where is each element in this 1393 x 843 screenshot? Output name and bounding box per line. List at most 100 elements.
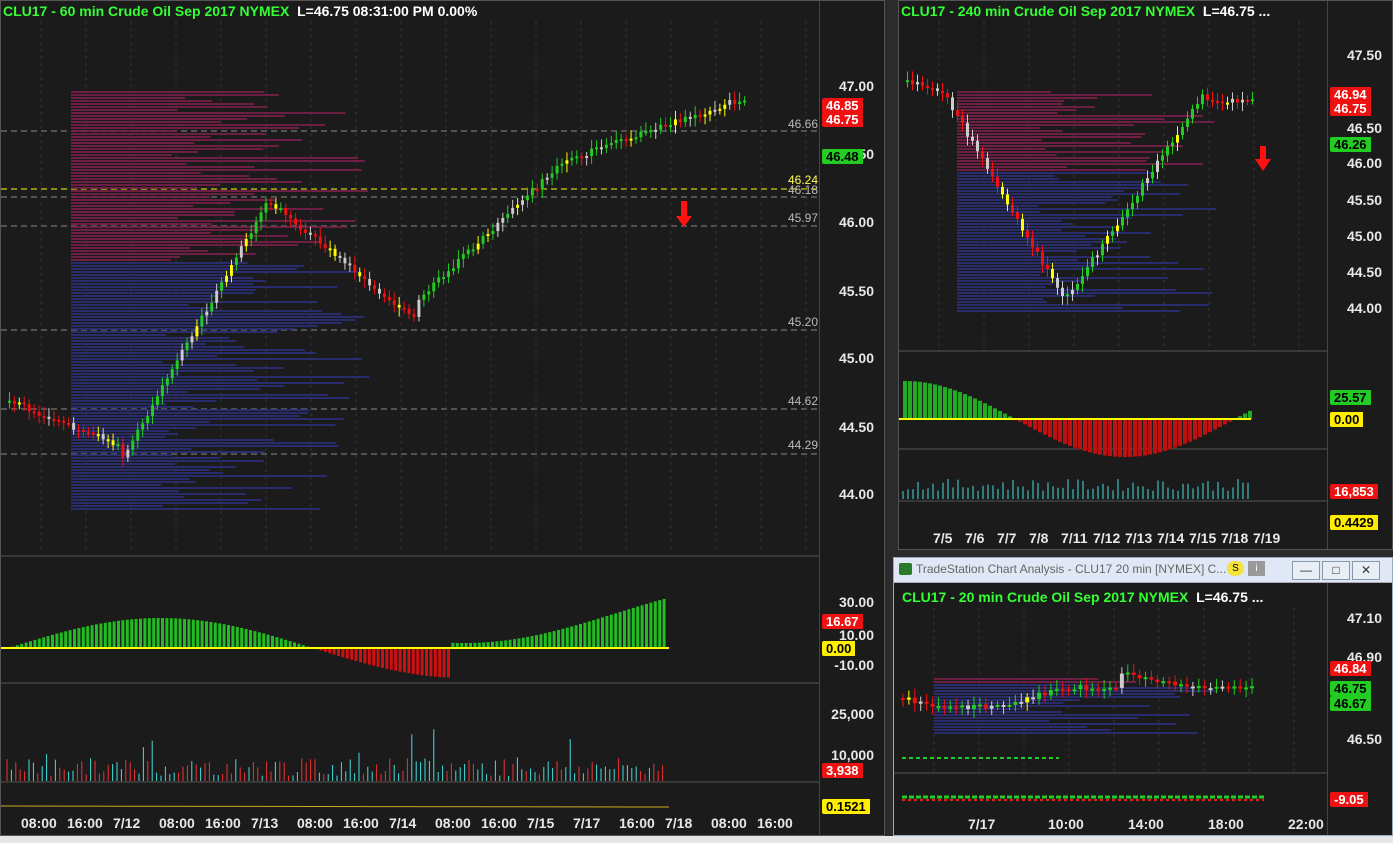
volume-profile-bar bbox=[957, 241, 1127, 243]
candle bbox=[200, 315, 204, 327]
chart-60min-plot[interactable] bbox=[1, 1, 885, 836]
candle bbox=[378, 288, 381, 294]
candle bbox=[1251, 99, 1254, 102]
volume-profile-bar bbox=[957, 133, 1146, 135]
candle bbox=[634, 137, 638, 140]
indicator-tag: 25.57 bbox=[1330, 390, 1371, 405]
volume-profile-bar bbox=[71, 178, 277, 180]
candle bbox=[308, 232, 312, 235]
volume-profile-bar bbox=[71, 487, 293, 489]
time-label: 7/6 bbox=[965, 530, 985, 546]
candle bbox=[1041, 251, 1044, 265]
candle bbox=[353, 264, 357, 273]
time-label: 16:00 bbox=[481, 815, 517, 831]
volume-profile-bar bbox=[71, 298, 211, 300]
candle bbox=[491, 231, 495, 235]
candle bbox=[338, 255, 342, 258]
candle bbox=[225, 275, 228, 283]
time-label: 08:00 bbox=[297, 815, 333, 831]
histogram-bar bbox=[271, 635, 274, 648]
candle bbox=[1191, 108, 1194, 119]
candle bbox=[565, 160, 569, 164]
chart-60min[interactable]: CLU17 - 60 min Crude Oil Sep 2017 NYMEX … bbox=[0, 0, 885, 836]
price-axis[interactable]: 47.10 46.90 46.50 46.84 46.75 46.67 -9.0… bbox=[1327, 583, 1392, 835]
volume-profile-bar bbox=[934, 714, 1190, 716]
histogram-bar bbox=[645, 603, 648, 648]
time-label: 7/14 bbox=[389, 815, 417, 831]
chart-20min-window[interactable]: TradeStation Chart Analysis - CLU17 20 m… bbox=[893, 557, 1393, 836]
histogram-bar bbox=[557, 629, 560, 648]
volume-profile-bar bbox=[71, 466, 236, 468]
last-price-title: L=46.75 08:31:00 PM 0.00% bbox=[297, 3, 478, 19]
histogram-bar bbox=[64, 631, 68, 648]
time-label: 7/17 bbox=[968, 816, 996, 832]
volume-profile-bar bbox=[71, 430, 169, 432]
histogram-bar bbox=[539, 634, 543, 648]
histogram-bar bbox=[968, 396, 972, 419]
price-axis[interactable]: 47.50 46.50 46.00 45.50 45.00 44.50 44.0… bbox=[1327, 1, 1392, 549]
candle bbox=[101, 434, 105, 440]
candle bbox=[540, 179, 544, 190]
time-label: 7/15 bbox=[1189, 530, 1217, 546]
volume-profile-bar bbox=[71, 427, 197, 429]
histogram-bar bbox=[658, 600, 662, 648]
histogram-bar bbox=[29, 641, 32, 648]
candle bbox=[1155, 679, 1160, 683]
volume-profile-bar bbox=[957, 196, 1112, 198]
histogram-bar bbox=[535, 635, 538, 648]
candle bbox=[299, 224, 302, 230]
candle bbox=[738, 101, 742, 105]
histogram-bar bbox=[1068, 419, 1072, 446]
histogram-bar bbox=[227, 625, 230, 648]
time-label: 7/15 bbox=[527, 815, 555, 831]
volume-profile-bar bbox=[957, 205, 1039, 207]
histogram-bar bbox=[1148, 419, 1152, 455]
histogram-bar bbox=[993, 408, 997, 419]
volume-profile-bar bbox=[957, 157, 1150, 159]
histogram-bar bbox=[429, 648, 433, 677]
volume-profile-bar bbox=[957, 211, 1041, 213]
volume-profile-bar bbox=[71, 352, 316, 354]
volume-profile-bar bbox=[71, 202, 231, 204]
candle bbox=[259, 212, 263, 222]
chart-240min[interactable]: CLU17 - 240 min Crude Oil Sep 2017 NYMEX… bbox=[898, 0, 1393, 550]
volume-profile-bar bbox=[934, 678, 1099, 680]
volume-profile-bar bbox=[71, 220, 356, 222]
histogram-bar bbox=[337, 648, 340, 656]
histogram-bar bbox=[345, 648, 349, 659]
price-axis[interactable]: 47.00 46.50 46.00 45.50 45.00 44.50 44.0… bbox=[819, 1, 884, 835]
volume-profile-bar bbox=[71, 370, 254, 372]
candle bbox=[323, 243, 327, 249]
histogram-bar bbox=[548, 632, 552, 648]
volume-profile-bar bbox=[71, 184, 220, 186]
histogram-bar bbox=[1108, 419, 1112, 457]
volume-profile-bar bbox=[71, 109, 178, 111]
candle bbox=[1060, 688, 1065, 691]
candle bbox=[1186, 118, 1189, 127]
candle bbox=[1019, 701, 1024, 704]
candle bbox=[1176, 135, 1179, 143]
volume-profile-bar bbox=[71, 286, 338, 288]
histogram-bar bbox=[1178, 419, 1182, 446]
candle bbox=[481, 235, 485, 244]
volume-profile-bar bbox=[957, 310, 1180, 312]
candle bbox=[1179, 684, 1183, 687]
histogram-bar bbox=[1153, 419, 1157, 454]
time-label: 22:00 bbox=[1288, 816, 1324, 832]
candle bbox=[52, 418, 56, 421]
symbol-title: CLU17 - 20 min Crude Oil Sep 2017 NYMEX bbox=[902, 589, 1189, 605]
histogram-bar bbox=[200, 620, 204, 648]
candle bbox=[1221, 101, 1224, 104]
volume-profile-bar bbox=[71, 103, 255, 105]
histogram-bar bbox=[978, 400, 982, 419]
chart-240min-plot[interactable] bbox=[899, 1, 1393, 550]
time-label: 16:00 bbox=[205, 815, 241, 831]
time-label: 7/17 bbox=[573, 815, 601, 831]
candle bbox=[698, 114, 702, 117]
candle bbox=[708, 110, 712, 115]
volume-profile-bar bbox=[71, 115, 285, 117]
volume-profile-bar bbox=[71, 460, 264, 462]
histogram-bar bbox=[165, 618, 169, 648]
candle bbox=[1114, 687, 1118, 690]
volume-profile-bar bbox=[71, 151, 199, 153]
